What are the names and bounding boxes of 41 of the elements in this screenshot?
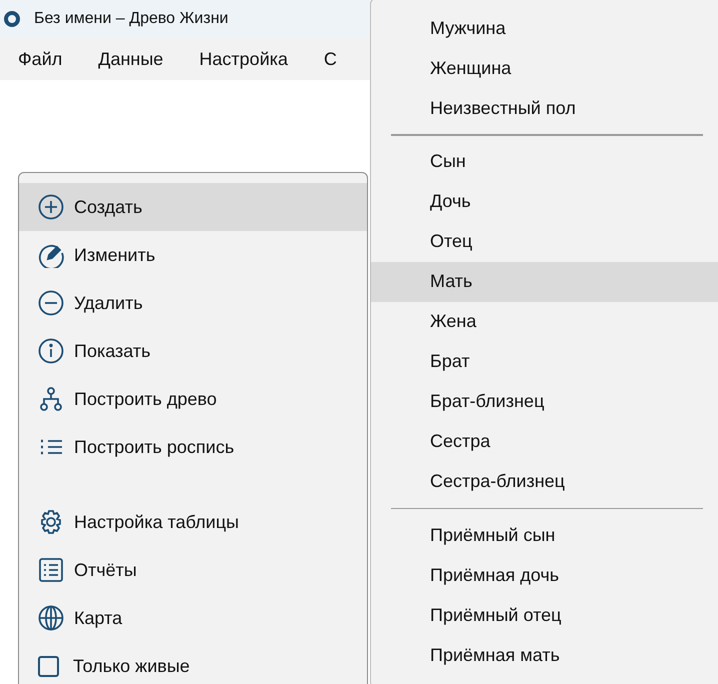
menu-item[interactable]: Карта — [19, 594, 367, 642]
menu-item[interactable]: Только живые — [19, 642, 367, 684]
globe-icon — [38, 605, 64, 631]
checkbox[interactable] — [38, 656, 59, 676]
menu-item[interactable]: Сестра-близнец — [371, 462, 718, 502]
gear-icon — [38, 509, 64, 535]
menu-item[interactable]: Приёмный сын — [371, 515, 718, 555]
plus-circle-icon — [38, 194, 64, 220]
menu-item[interactable]: Удалить — [19, 279, 367, 327]
menu-item[interactable]: Отец — [371, 222, 718, 262]
menu-item[interactable]: Приёмная дочь — [371, 555, 718, 595]
menu-item[interactable]: Построить роспись — [19, 423, 367, 471]
menu-item[interactable]: Отчёты — [19, 546, 367, 594]
menu-item[interactable]: Брат — [371, 342, 718, 382]
menu-item[interactable]: Настройка таблицы — [19, 498, 367, 546]
hierarchy-icon — [38, 386, 64, 412]
pencil-circle-icon — [38, 242, 64, 268]
menu-item[interactable]: Построить древо — [19, 375, 367, 423]
menu-item[interactable]: Данные — [88, 44, 174, 74]
menu-item[interactable]: Неизвестный пол — [371, 88, 718, 128]
menu-item[interactable]: Сестра — [371, 422, 718, 462]
menu-item[interactable]: Дочь — [371, 182, 718, 222]
menu-item[interactable]: Настройка — [189, 44, 298, 74]
menu-item[interactable]: Мать — [371, 262, 718, 302]
menu-item[interactable]: Показать — [19, 327, 367, 375]
menu-item[interactable]: Сын — [371, 142, 718, 182]
window-title: Без имени – Древо Жизни — [34, 10, 228, 28]
report-icon — [38, 557, 64, 583]
menu-item[interactable]: Файл — [8, 44, 72, 74]
menu-item[interactable]: Изменить — [19, 231, 367, 279]
menu-item[interactable]: Приёмная мать — [371, 635, 718, 675]
menu-item[interactable]: Приёмный отец — [371, 595, 718, 635]
menu-item[interactable]: Женщина — [371, 48, 718, 88]
app-logo-icon — [3, 10, 21, 28]
menu-item[interactable]: Создать — [19, 183, 367, 231]
menu-item[interactable]: Брат-близнец — [371, 382, 718, 422]
menu-item[interactable]: Мужчина — [371, 8, 718, 48]
info-icon — [38, 338, 64, 364]
menu-item[interactable]: С — [314, 44, 347, 74]
minus-circle-icon — [38, 290, 64, 316]
menu-item[interactable]: Жена — [371, 302, 718, 342]
